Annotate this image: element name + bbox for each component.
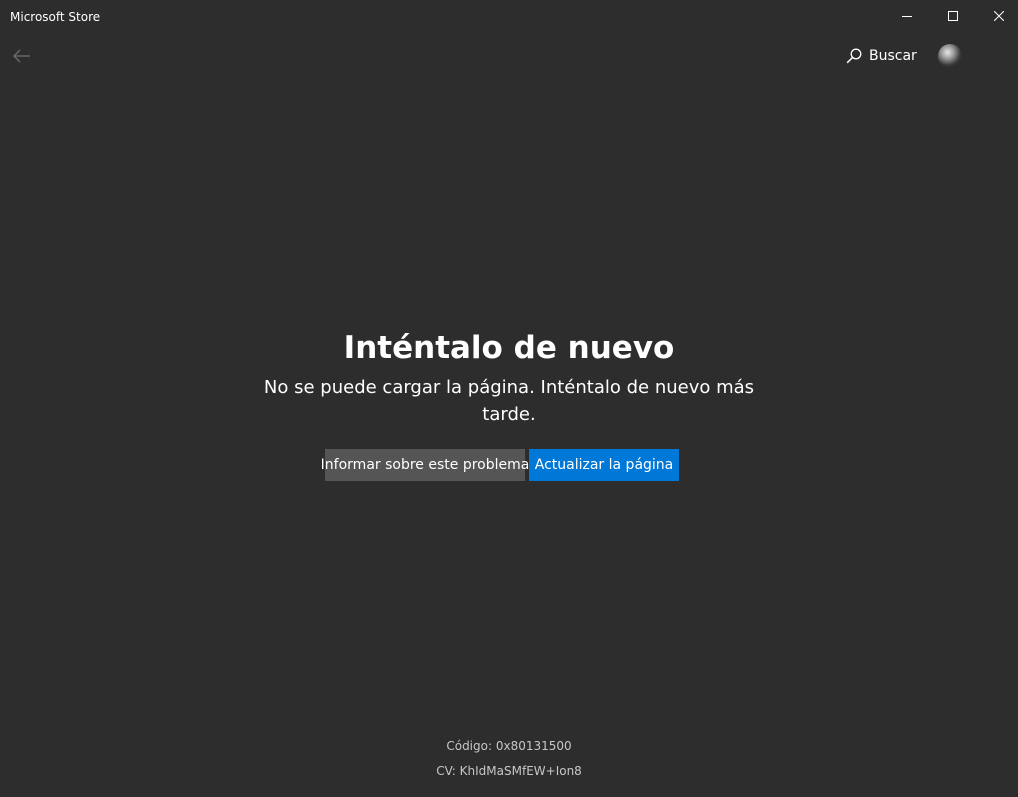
report-problem-button[interactable]: Informar sobre este problema xyxy=(321,449,529,481)
error-heading: Inténtalo de nuevo xyxy=(343,330,675,366)
back-button[interactable] xyxy=(6,40,38,72)
error-actions: Informar sobre este problema Actualizar … xyxy=(321,449,679,481)
error-message: No se puede cargar la página. Inténtalo … xyxy=(263,377,755,425)
app-window: Microsoft Store Buscar Inténtalo de nuev… xyxy=(0,0,1018,797)
minimize-button[interactable] xyxy=(884,0,930,32)
maximize-icon xyxy=(948,11,958,21)
refresh-page-button[interactable]: Actualizar la página xyxy=(529,449,679,481)
error-panel: Inténtalo de nuevo No se puede cargar la… xyxy=(259,326,759,428)
error-details: Código: 0x80131500 CV: KhIdMaSMfEW+Ion8 xyxy=(309,734,709,784)
search-label: Buscar xyxy=(869,48,917,64)
avatar-icon[interactable] xyxy=(938,44,962,68)
minimize-icon xyxy=(902,16,912,17)
close-button[interactable] xyxy=(976,0,1018,32)
search-button[interactable]: Buscar xyxy=(840,42,923,70)
arrow-left-icon xyxy=(13,49,30,63)
title-bar[interactable]: Microsoft Store xyxy=(0,0,1018,34)
maximize-button[interactable] xyxy=(930,0,976,32)
error-code: Código: 0x80131500 xyxy=(446,739,572,753)
window-title: Microsoft Store xyxy=(10,10,101,24)
correlation-vector: CV: KhIdMaSMfEW+Ion8 xyxy=(436,764,582,778)
search-icon xyxy=(846,48,862,64)
close-icon xyxy=(994,11,1004,21)
